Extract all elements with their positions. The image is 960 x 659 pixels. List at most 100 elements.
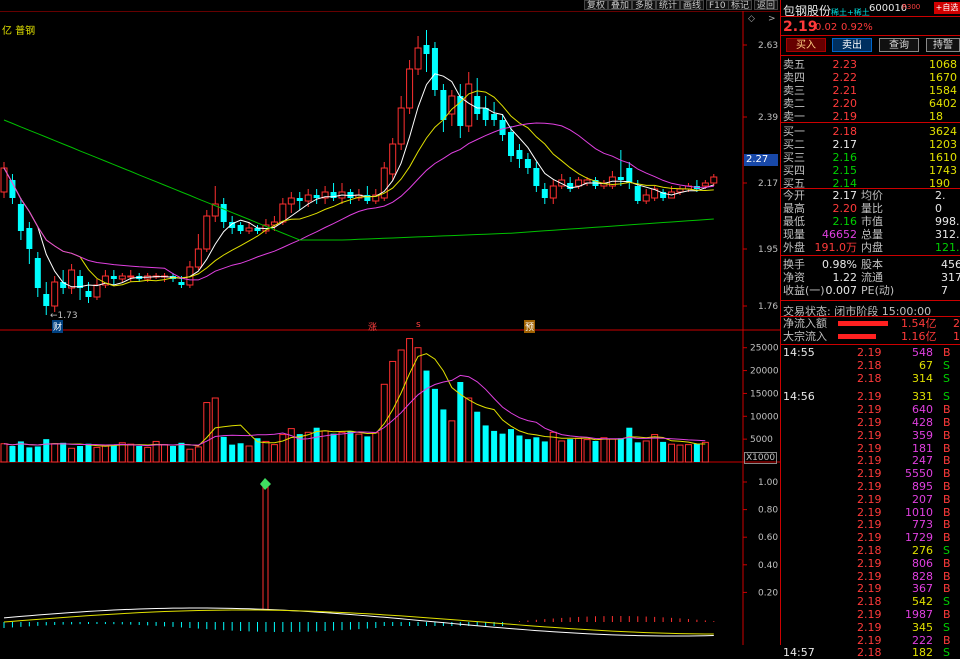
multi-stock-button[interactable]: 多股: [632, 0, 657, 11]
tick-price: 2.19: [857, 608, 882, 621]
tick-volume: 5550: [905, 467, 933, 481]
back-button[interactable]: 返回: [754, 0, 779, 11]
order-label: 买二: [783, 138, 805, 151]
quote-panel: 包钢股份稀土+稀土 600010 R300 +自选 2.19 0.02 0.92…: [780, 0, 960, 659]
f10-button[interactable]: F10: [706, 0, 729, 11]
candle-up: [118, 275, 126, 280]
tick-row: 2.19 1010 B: [781, 506, 960, 519]
order-label: 买四: [783, 164, 805, 177]
volume-bar-down: [660, 441, 667, 462]
order-label: 卖二: [783, 97, 805, 110]
stat-label: 最低: [783, 215, 805, 228]
stat-value: 0.98%: [822, 258, 857, 271]
current-price-tag: 2.27: [744, 154, 778, 166]
tick-side: B: [943, 428, 951, 442]
tick-row: 2.19 1987 B: [781, 608, 960, 621]
sell-button[interactable]: 卖出: [832, 38, 872, 52]
tick-price: 2.19: [857, 582, 882, 596]
order-price: 2.18: [832, 125, 858, 138]
candle-down: [491, 114, 498, 120]
tick-side: B: [943, 531, 951, 545]
stats-row: 今开 2.17 均价 2.: [781, 189, 960, 202]
alert-button[interactable]: 持警: [926, 38, 960, 52]
flow-extra: 1: [953, 330, 960, 343]
event-marker-rise[interactable]: 涨: [368, 320, 377, 333]
macd-dea-line: [3, 609, 714, 635]
tick-price: 2.19: [857, 403, 882, 417]
volume-bar-down: [508, 429, 514, 462]
query-button[interactable]: 查询: [879, 38, 919, 52]
order-label: 买一: [783, 125, 805, 138]
add-favorite-button[interactable]: +自选: [934, 2, 960, 14]
tick-volume: 542: [912, 595, 933, 609]
tick-row: 14:57 2.18 182 S: [781, 646, 960, 659]
volume-bar-down: [482, 425, 489, 462]
order-price: 2.17: [832, 138, 858, 151]
flow-label: 净流入额: [783, 317, 827, 330]
stat-label: 收益(一): [783, 284, 825, 297]
expand-icon[interactable]: >: [768, 14, 776, 24]
tick-price: 2.19: [857, 390, 882, 404]
stat-label: 现量: [783, 228, 805, 241]
order-price: 2.21: [832, 84, 858, 97]
tick-volume: 247: [912, 454, 933, 468]
volume-bar-up: [583, 439, 591, 463]
volume-bar-down: [431, 388, 438, 462]
overlay-button[interactable]: 叠加: [608, 0, 633, 11]
bid-row: 买四 2.15 1743: [781, 164, 960, 177]
signal-bar: [262, 484, 269, 611]
volume-bar-down: [9, 446, 16, 462]
mark-button[interactable]: 标记: [728, 0, 753, 11]
tick-price: 2.18: [857, 371, 882, 385]
tick-side: B: [943, 467, 951, 481]
order-label: 卖三: [783, 84, 805, 97]
candle-down: [110, 276, 117, 279]
tick-volume: 276: [912, 544, 933, 557]
volume-bar-down: [237, 443, 244, 462]
volume-bar-down: [423, 370, 430, 462]
event-marker-forecast[interactable]: 预: [524, 320, 536, 333]
candle-up: [642, 194, 650, 202]
kline-chart[interactable]: 2.63 2.39 2.17 1.95 1.76 25000 20000 15000 10000…: [0, 0, 780, 645]
bid-row: 买一 2.18 3624: [781, 125, 960, 138]
volume-bar-up: [600, 437, 608, 463]
volume-bar-down: [330, 433, 337, 462]
volume-bar-up: [676, 444, 684, 463]
candle-up: [549, 185, 557, 199]
price-axis-label: 1.95: [758, 245, 778, 255]
volume-bar-up: [118, 442, 126, 463]
volume-bar-up: [262, 440, 270, 463]
volume-bar-down: [541, 441, 548, 462]
restore-rights-button[interactable]: 复权: [584, 0, 609, 11]
tick-row: 2.19 640 B: [781, 403, 960, 416]
top-toolbar: 复权 叠加 多股 统计 画线 F10 标记 返回: [0, 0, 780, 11]
tick-side: S: [943, 390, 950, 404]
tick-volume: 548: [912, 346, 933, 359]
candle-up: [397, 107, 405, 145]
tick-row: 2.18 276 S: [781, 544, 960, 557]
volume-bar-down: [347, 430, 354, 462]
volume-bar-up: [186, 448, 194, 463]
candle-up: [710, 176, 718, 184]
stat-value-2: 317: [941, 271, 960, 284]
stat-label: 净资: [783, 271, 805, 284]
tick-volume: 314: [912, 371, 933, 385]
tick-side: B: [943, 505, 951, 519]
candle-down: [85, 291, 92, 297]
volume-bar-up: [144, 446, 152, 463]
stats-row: 最高 2.20 量比 0: [781, 202, 960, 215]
event-marker-finance[interactable]: 财: [52, 320, 64, 333]
settings-diamond-icon[interactable]: ◇: [748, 14, 755, 24]
event-marker-s[interactable]: s: [416, 320, 421, 330]
volume-bar-up: [701, 441, 709, 463]
stats-button[interactable]: 统计: [656, 0, 681, 11]
tick-volume: 207: [912, 492, 933, 506]
draw-line-button[interactable]: 画线: [680, 0, 705, 11]
order-price: 2.23: [832, 58, 858, 71]
ask-row: 卖四 2.22 1670: [781, 71, 960, 84]
tick-volume: 359: [912, 428, 933, 442]
tick-row: 2.19 207 B: [781, 493, 960, 506]
buy-button[interactable]: 买入: [786, 38, 826, 52]
candle-down: [541, 189, 548, 198]
tick-time: 14:55: [783, 346, 815, 359]
